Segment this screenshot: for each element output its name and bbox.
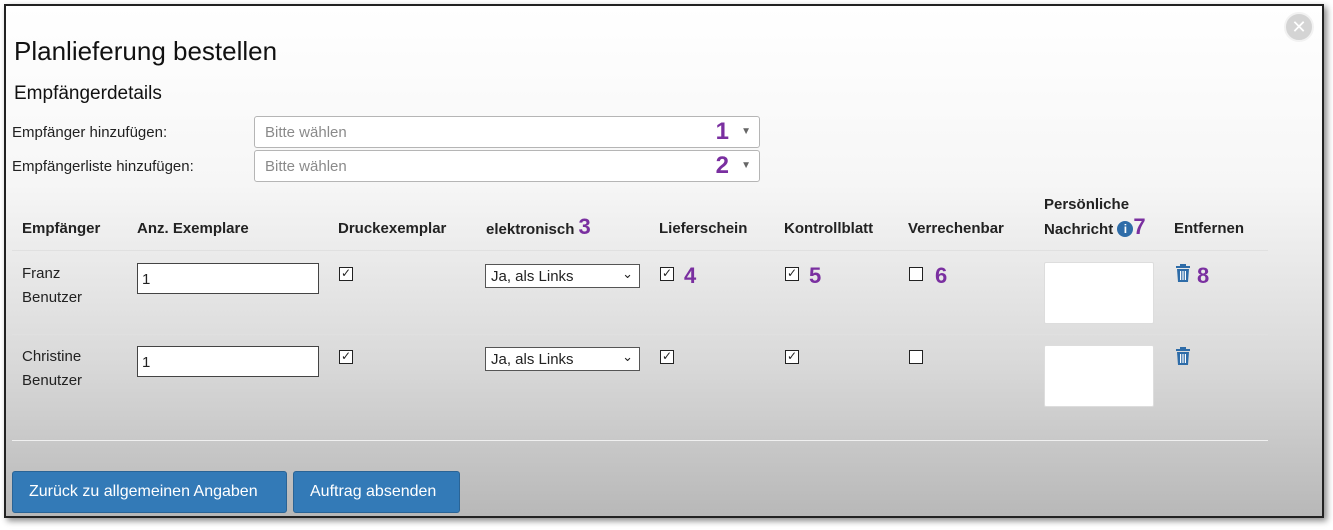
add-recipient-list-placeholder: Bitte wählen <box>265 158 347 175</box>
print-checkbox[interactable]: ✓ <box>339 267 353 281</box>
marker-7: 7 <box>1133 214 1146 239</box>
delivery-checkbox[interactable]: ✓ <box>660 267 674 281</box>
recipient-first-name: Christine <box>22 348 82 365</box>
divider <box>12 440 1268 441</box>
header-message-line1: Persönliche <box>1044 196 1130 213</box>
chevron-down-icon: ⌄ <box>622 350 633 365</box>
control-checkbox[interactable]: ✓ <box>785 267 799 281</box>
copies-input[interactable]: 1 <box>137 346 319 377</box>
billable-checkbox[interactable] <box>909 267 923 281</box>
header-message: Nachricht i7 <box>1044 214 1146 240</box>
submit-order-button[interactable]: Auftrag absenden <box>293 471 460 513</box>
add-recipient-placeholder: Bitte wählen <box>265 124 347 141</box>
recipient-last-name: Benutzer <box>22 372 83 389</box>
electronic-select-value: Ja, als Links <box>491 268 574 285</box>
header-copies: Anz. Exemplare <box>137 220 249 237</box>
marker-5: 5 <box>809 263 822 288</box>
add-recipient-list-select[interactable]: Bitte wählen 2 ▼ <box>254 150 760 182</box>
divider <box>12 334 1268 335</box>
back-button[interactable]: Zurück zu allgemeinen Angaben <box>12 471 287 513</box>
chevron-down-icon: ▼ <box>741 126 751 137</box>
electronic-select[interactable]: Ja, als Links ⌄ <box>485 264 640 288</box>
close-icon[interactable]: ✕ <box>1284 12 1314 42</box>
header-electronic: elektronisch 3 <box>486 214 591 240</box>
copies-input[interactable]: 1 <box>137 263 319 294</box>
add-recipient-list-label: Empfängerliste hinzufügen: <box>12 158 194 175</box>
add-recipient-label: Empfänger hinzufügen: <box>12 124 168 141</box>
chevron-down-icon: ▼ <box>741 160 751 171</box>
chevron-down-icon: ⌄ <box>622 267 633 282</box>
message-textarea[interactable] <box>1044 262 1154 324</box>
control-checkbox[interactable]: ✓ <box>785 350 799 364</box>
marker-4: 4 <box>684 263 697 288</box>
add-recipient-select[interactable]: Bitte wählen 1 ▼ <box>254 116 760 148</box>
marker-2: 2 <box>715 152 729 179</box>
header-billable: Verrechenbar <box>908 220 1004 237</box>
trash-icon[interactable] <box>1175 347 1191 365</box>
delivery-checkbox[interactable]: ✓ <box>660 350 674 364</box>
recipient-name: Franz Benutzer <box>22 262 82 310</box>
order-dialog: ✕ Planlieferung bestellen Empfängerdetai… <box>4 4 1324 518</box>
electronic-select-value: Ja, als Links <box>491 351 574 368</box>
header-message-label: Nachricht <box>1044 221 1114 238</box>
section-title: Empfängerdetails <box>14 83 162 104</box>
recipient-name: Christine Benutzer <box>22 345 82 393</box>
info-icon[interactable]: i <box>1117 221 1134 237</box>
divider <box>12 250 1268 251</box>
header-electronic-label: elektronisch <box>486 221 575 238</box>
page-title: Planlieferung bestellen <box>14 36 278 66</box>
marker-8: 8 <box>1197 263 1210 288</box>
header-delivery: Lieferschein <box>659 220 748 237</box>
marker-6: 6 <box>935 263 948 288</box>
marker-1: 1 <box>715 118 729 145</box>
billable-checkbox[interactable] <box>909 350 923 364</box>
header-remove: Entfernen <box>1174 220 1245 237</box>
marker-3: 3 <box>578 214 591 239</box>
recipient-first-name: Franz <box>22 265 61 282</box>
trash-icon[interactable] <box>1175 264 1191 282</box>
header-control: Kontrollblatt <box>784 220 874 237</box>
header-print: Druckexemplar <box>338 220 447 237</box>
print-checkbox[interactable]: ✓ <box>339 350 353 364</box>
header-recipient: Empfänger <box>22 220 101 237</box>
recipient-last-name: Benutzer <box>22 289 83 306</box>
electronic-select[interactable]: Ja, als Links ⌄ <box>485 347 640 371</box>
message-textarea[interactable] <box>1044 345 1154 407</box>
